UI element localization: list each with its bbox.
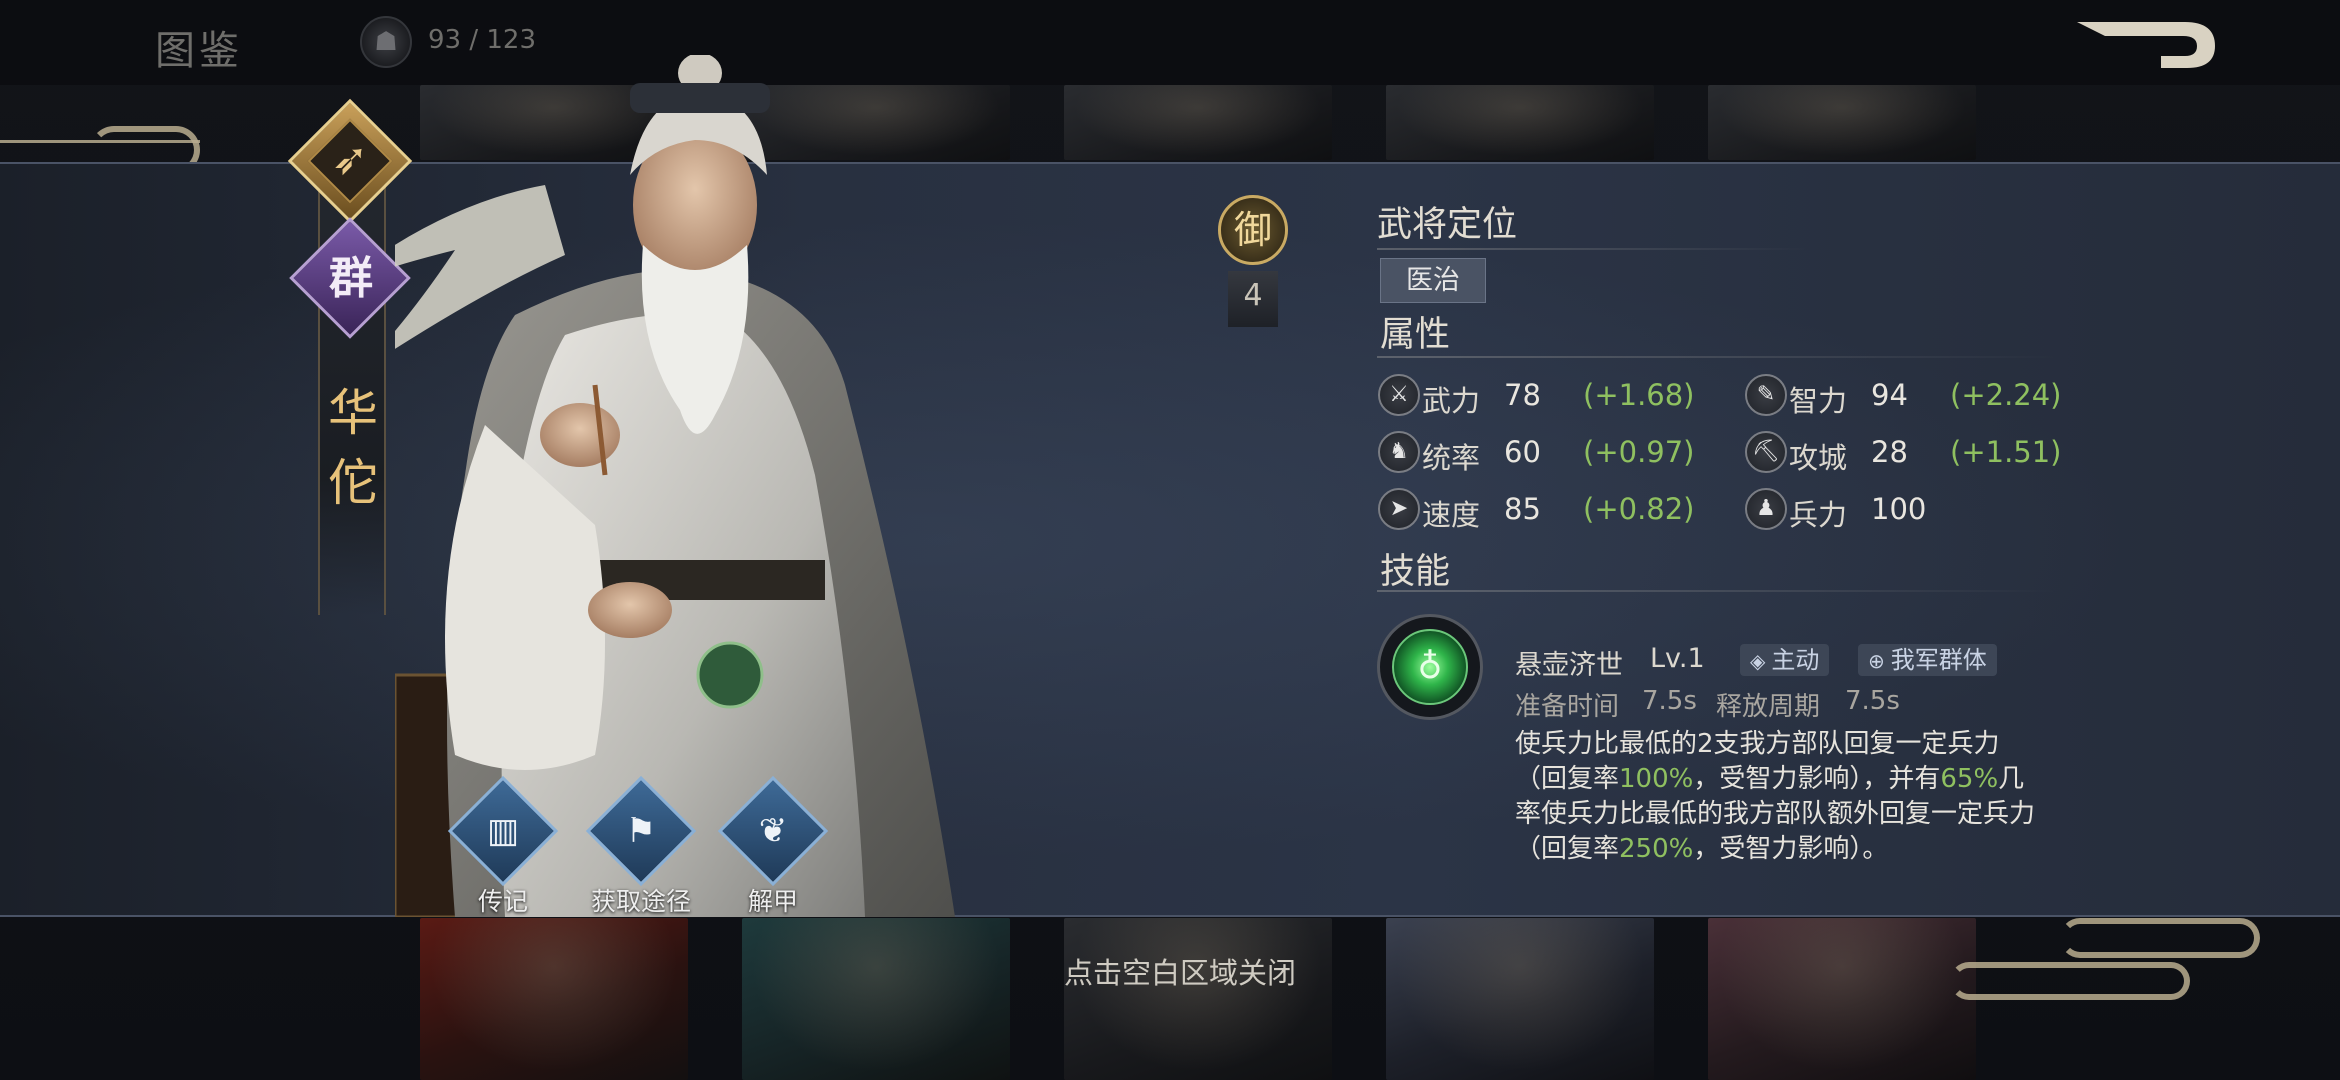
stat-value: 100 <box>1871 492 1927 526</box>
hero-name: 华佗 <box>328 384 378 512</box>
biography-label: 传记 <box>477 887 528 916</box>
bow-icon: ➶ <box>331 134 369 185</box>
diamond-icon: ◈ <box>1750 649 1766 673</box>
stat-value: 94 <box>1871 378 1908 412</box>
defense-value: 4 <box>1228 271 1278 327</box>
right-hand <box>540 403 620 467</box>
stat-value: 60 <box>1504 435 1541 469</box>
stat-growth: (+2.24) <box>1950 378 2062 412</box>
desc-highlight: 250% <box>1619 834 1694 864</box>
prep-time-value: 7.5s <box>1642 686 1697 716</box>
retire-label: 解甲 <box>747 887 798 916</box>
desc-highlight: 65% <box>1940 764 1999 794</box>
divider <box>1377 356 2057 358</box>
hero-card[interactable] <box>420 918 688 1080</box>
stat-value: 28 <box>1871 435 1908 469</box>
skill-type-label: 主动 <box>1771 646 1820 674</box>
divider <box>1377 248 1807 250</box>
map-icon: ⚑ <box>625 811 657 851</box>
biography-button[interactable]: ▥ 传记 <box>443 775 563 918</box>
retire-button[interactable]: ❦ 解甲 <box>713 775 833 918</box>
skill-target-label: 我军群体 <box>1890 646 1987 674</box>
hero-card[interactable] <box>1708 85 1976 160</box>
attributes-section-title: 属性 <box>1380 315 1451 355</box>
stat-name: 武力 <box>1422 384 1481 418</box>
role-section-title: 武将定位 <box>1377 205 1518 245</box>
stat-name: 智力 <box>1789 384 1848 418</box>
cloud-ornament <box>1950 962 2190 1000</box>
stat-speed: ➤ 速度 85 (+0.82) <box>1378 488 1738 532</box>
troops-icon: ♟ <box>1745 488 1787 530</box>
cloud-ornament <box>2060 918 2260 958</box>
headband <box>630 83 770 113</box>
prep-time-label: 准备时间 <box>1515 692 1620 722</box>
target-icon: ⊕ <box>1868 649 1885 673</box>
stat-growth: (+0.97) <box>1583 435 1695 469</box>
swords-icon: ⚔ <box>1378 374 1420 416</box>
stat-intelligence: ✎ 智力 94 (+2.24) <box>1745 374 2105 418</box>
page-title: 图鉴 <box>155 28 243 74</box>
close-hint[interactable]: 点击空白区域关闭 <box>1040 950 1320 992</box>
defense-badge: 御 4 <box>1218 195 1288 327</box>
desc-text: ，受智力影响），并有 <box>1693 764 1941 794</box>
collection-counter: 93 / 123 <box>428 25 536 55</box>
skill-level: Lv.1 <box>1650 643 1705 674</box>
stat-growth: (+0.82) <box>1583 492 1695 526</box>
skill-name: 悬壶济世 <box>1515 650 1623 681</box>
cloud-ornament <box>0 140 200 144</box>
stat-command: ♞ 统率 60 (+0.97) <box>1378 431 1738 475</box>
back-button[interactable] <box>2075 18 2220 74</box>
book-icon: ▥ <box>486 811 520 851</box>
faction-label: 群 <box>329 253 373 304</box>
hero-card[interactable] <box>1708 918 1976 1080</box>
return-arrow-icon <box>2077 22 2215 68</box>
stat-name: 兵力 <box>1789 498 1848 532</box>
divider <box>1377 590 2057 592</box>
acquire-route-button[interactable]: ⚑ 获取途径 <box>581 775 701 918</box>
skill-description: 使兵力比最低的2支我方部队回复一定兵力（回复率100%，受智力影响），并有65%… <box>1515 727 2035 867</box>
stat-force: ⚔ 武力 78 (+1.68) <box>1378 374 1738 418</box>
skill-type-tag: ◈ 主动 <box>1740 644 1830 676</box>
skill-target-tag: ⊕ 我军群体 <box>1858 644 1997 676</box>
hero-card[interactable] <box>1386 85 1654 160</box>
siege-icon: ⛏ <box>1745 431 1787 473</box>
defense-icon: 御 <box>1218 195 1288 265</box>
stat-siege: ⛏ 攻城 28 (+1.51) <box>1745 431 2105 475</box>
top-bar: 图鉴 ☗ 93 / 123 <box>0 0 2340 85</box>
stat-growth: (+1.68) <box>1583 378 1695 412</box>
boot-icon: ➤ <box>1378 488 1420 530</box>
hero-card[interactable] <box>742 918 1010 1080</box>
stat-value: 85 <box>1504 492 1541 526</box>
stat-name: 攻城 <box>1789 441 1848 475</box>
stat-name: 统率 <box>1422 441 1481 475</box>
left-hand <box>588 582 672 638</box>
gourd-icon: ♁ <box>1392 629 1468 705</box>
jade-pendant <box>696 641 764 709</box>
stat-growth: (+1.51) <box>1950 435 2062 469</box>
stat-troops: ♟ 兵力 100 <box>1745 488 2105 532</box>
stat-value: 78 <box>1504 378 1541 412</box>
hero-card[interactable] <box>1064 918 1332 1080</box>
hero-card[interactable] <box>1386 918 1654 1080</box>
acquire-route-label: 获取途径 <box>590 887 691 916</box>
cycle-label: 释放周期 <box>1716 692 1821 722</box>
desc-text: ，受智力影响）。 <box>1693 834 1889 864</box>
scroll-icon: ✎ <box>1745 374 1787 416</box>
stat-name: 速度 <box>1422 498 1481 532</box>
desc-highlight: 100% <box>1619 764 1694 794</box>
skills-section-title: 技能 <box>1380 552 1451 592</box>
horse-icon: ♞ <box>1378 431 1420 473</box>
skill-slot[interactable]: ♁ <box>1377 614 1483 720</box>
leaf-icon: ❦ <box>758 811 788 851</box>
cycle-value: 7.5s <box>1845 686 1900 716</box>
role-tag: 医治 <box>1380 258 1486 303</box>
